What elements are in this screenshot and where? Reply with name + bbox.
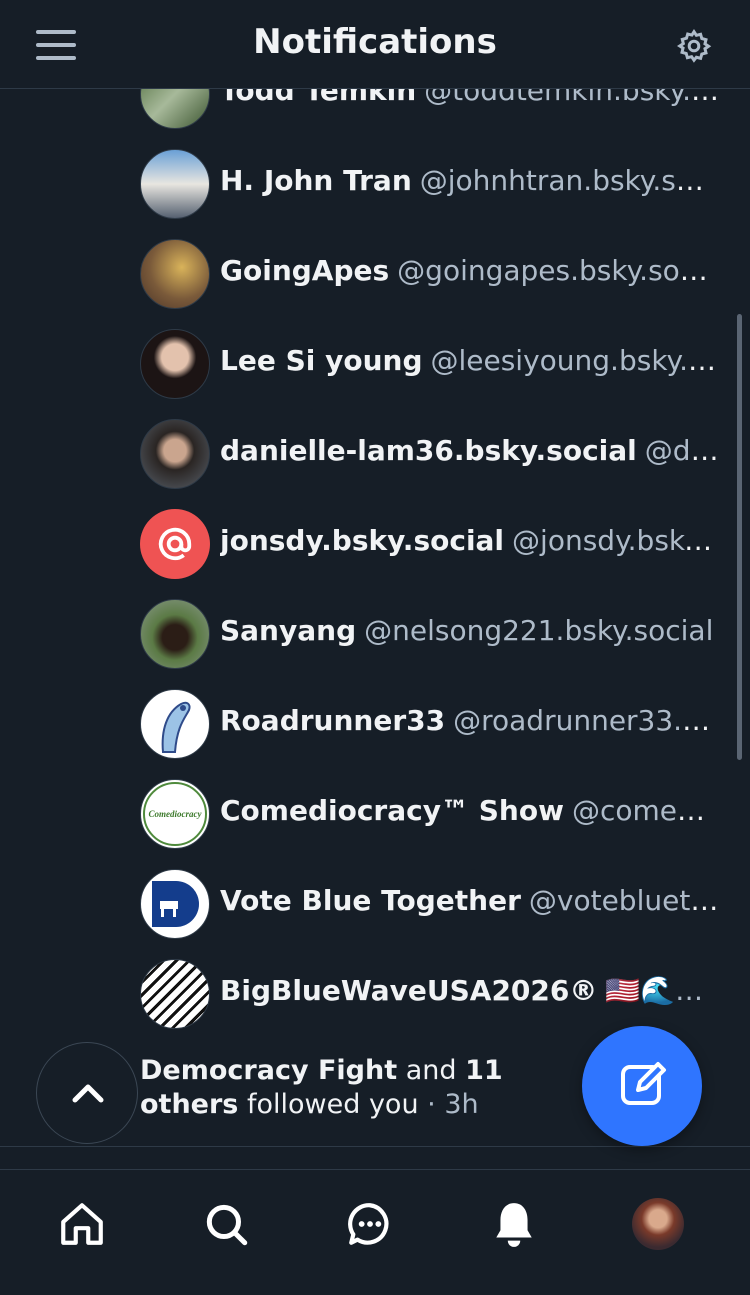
handle: @nelsong221.bsky.social xyxy=(364,614,714,647)
display-name: danielle-lam36.bsky.social xyxy=(220,434,637,467)
account-row-danielle[interactable]: danielle-lam36.bsky.social@danielle-lam3… xyxy=(140,419,730,489)
timestamp: · 3h xyxy=(427,1089,479,1120)
display-name: GoingApes xyxy=(220,254,390,287)
scrollbar[interactable] xyxy=(737,314,742,760)
handle: @jonsdy.bsky.social xyxy=(512,524,720,557)
handle: @toddtemkin.bsky.social xyxy=(424,89,720,107)
handle: @leesiyoung.bsky.social xyxy=(430,344,720,377)
avatar xyxy=(140,869,210,939)
divider xyxy=(0,1146,750,1147)
avatar xyxy=(140,329,210,399)
action-text: followed you xyxy=(246,1089,419,1120)
avatar xyxy=(140,149,210,219)
notification-list: Todd Temkin @toddtemkin.bsky.social H. Jo… xyxy=(0,89,750,1169)
handle: @comediocracy.bsky.social xyxy=(571,794,720,827)
display-name: Sanyang xyxy=(220,614,357,647)
display-name: Roadrunner33 xyxy=(220,704,446,737)
profile-avatar[interactable] xyxy=(632,1198,684,1250)
display-name: Comediocracy™ Show xyxy=(220,794,564,827)
avatar-at-icon xyxy=(140,509,210,579)
display-name: Vote Blue Together xyxy=(220,884,521,917)
avatar xyxy=(140,689,210,759)
compose-icon xyxy=(621,1062,666,1105)
notification-summary[interactable]: Democracy Fight and 11 others followed y… xyxy=(140,1054,590,1122)
account-row-todd[interactable]: Todd Temkin @toddtemkin.bsky.social xyxy=(140,89,730,129)
search-icon[interactable] xyxy=(201,1198,251,1250)
handle: @danielle-lam36.bsky.social xyxy=(644,434,720,467)
handle: @johnhtran.bsky.social xyxy=(419,164,720,197)
avatar xyxy=(140,959,210,1029)
logo-comediocracy: Comediocracy xyxy=(143,782,207,846)
handle: @votebluetogether.bsky.social xyxy=(528,884,720,917)
handle: @goingapes.bsky.social xyxy=(397,254,720,287)
account-row-comediocracy[interactable]: Comediocracy Comediocracy™ Show@comedioc… xyxy=(140,779,730,849)
actor-name[interactable]: Democracy Fight xyxy=(140,1055,397,1086)
account-row-jonsdy[interactable]: jonsdy.bsky.social@jonsdy.bsky.social xyxy=(140,509,730,579)
account-row-goingapes[interactable]: GoingApes @goingapes.bsky.social xyxy=(140,239,730,309)
gear-icon[interactable] xyxy=(676,28,712,64)
account-row-roadrunner[interactable]: Roadrunner33@roadrunner33.bsky.social xyxy=(140,689,730,759)
account-row-john[interactable]: H. John Tran @johnhtran.bsky.social xyxy=(140,149,730,219)
avatar xyxy=(140,239,210,309)
bell-icon[interactable] xyxy=(489,1198,539,1250)
handle: 🇺🇸🌊… xyxy=(605,974,704,1007)
avatar xyxy=(140,599,210,669)
avatar xyxy=(140,89,210,129)
account-row-sanyang[interactable]: Sanyang @nelsong221.bsky.social xyxy=(140,599,730,669)
page-title: Notifications xyxy=(253,22,497,62)
handle: @roadrunner33.bsky.social xyxy=(453,704,720,737)
account-row-votebluetogether[interactable]: Vote Blue Together@votebluetogether.bsky… xyxy=(140,869,730,939)
chevron-up-icon xyxy=(72,1084,104,1103)
display-name: H. John Tran xyxy=(220,164,412,197)
compose-button[interactable] xyxy=(582,1026,702,1146)
app-header: Notifications xyxy=(0,0,750,89)
display-name: Todd Temkin xyxy=(220,89,417,107)
avatar: Comediocracy xyxy=(140,779,210,849)
account-row-bigbluewave[interactable]: BigBlueWaveUSA2026® 🇺🇸🌊… xyxy=(140,959,730,1029)
chat-icon[interactable] xyxy=(345,1198,395,1250)
scroll-to-top-button[interactable] xyxy=(36,1042,138,1144)
display-name: Lee Si young xyxy=(220,344,423,377)
display-name: BigBlueWaveUSA2026® xyxy=(220,974,598,1007)
account-row-leesiyoung[interactable]: Lee Si young@leesiyoung.bsky.social xyxy=(140,329,730,399)
home-icon[interactable] xyxy=(57,1198,107,1250)
avatar xyxy=(140,419,210,489)
display-name: jonsdy.bsky.social xyxy=(220,524,505,557)
